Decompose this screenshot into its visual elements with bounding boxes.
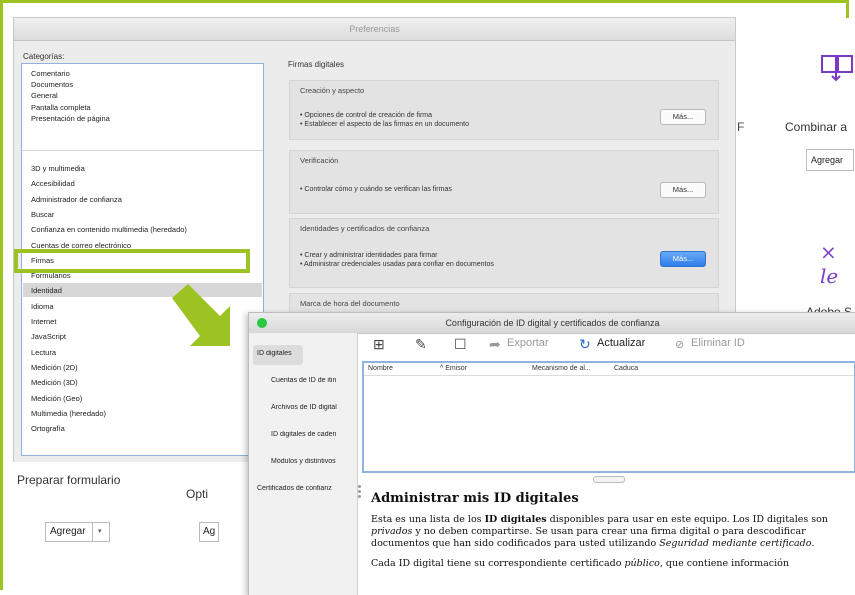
refresh-icon: ↻ (579, 336, 591, 352)
help-heading: Administrar mis ID digitales (371, 491, 579, 506)
pen-icon[interactable]: ✎ (415, 336, 427, 353)
export-icon: ➦ (489, 336, 501, 352)
category-item[interactable]: Medición (2D) (31, 363, 78, 372)
category-item[interactable]: Administrador de confianza (31, 195, 122, 204)
category-item[interactable]: Multimedia (heredado) (31, 409, 106, 418)
category-item[interactable]: Medición (3D) (31, 378, 78, 387)
help-paragraph-1: Esta es una lista de los ID digitales di… (371, 514, 851, 550)
sidebar-item-trusted-certificates[interactable]: Certificados de confianz (257, 485, 355, 492)
category-item[interactable]: JavaScript (31, 332, 66, 341)
digital-ids-table[interactable]: Nombre ^ Emisor Mecanismo de al... Caduc… (362, 361, 855, 473)
column-header-name[interactable]: Nombre (368, 365, 393, 372)
section-verification: Verificación • Controlar cómo y cuándo s… (289, 150, 719, 214)
category-item[interactable]: Presentación de página (31, 114, 110, 123)
text-run: Cada ID digital tiene su correspondiente… (371, 558, 625, 569)
text-run: disponibles para usar en este equipo. Lo… (546, 514, 828, 525)
window-maximize-button[interactable] (257, 318, 267, 328)
category-item[interactable]: Confianza en contenido multimedia (hered… (31, 225, 187, 234)
section-line: • Controlar cómo y cuándo se verifican l… (300, 186, 452, 193)
signature-icon: × le (820, 240, 839, 288)
section-title: Creación y aspecto (300, 86, 365, 95)
category-item[interactable]: Comentario (31, 69, 70, 78)
category-item[interactable]: Identidad (31, 286, 62, 295)
section-line: • Administrar credenciales usadas para c… (300, 261, 494, 268)
add-id-icon[interactable]: ⊞ (373, 336, 385, 353)
partial-letter: F (737, 120, 745, 134)
category-item[interactable]: Documentos (31, 80, 73, 89)
sidebar-item-roaming-accounts[interactable]: Cuentas de ID de itin (271, 377, 355, 384)
section-identities: Identidades y certificados de confianza … (289, 218, 719, 288)
preferences-title: Preferencias (14, 18, 735, 41)
category-item[interactable]: Pantalla completa (31, 103, 91, 112)
resize-handle[interactable] (593, 476, 625, 483)
section-line: • Crear y administrar identidades para f… (300, 252, 438, 259)
section-body: • Crear y administrar identidades para f… (300, 251, 494, 269)
refresh-button[interactable]: Actualizar (597, 337, 645, 349)
category-item[interactable]: Internet (31, 317, 56, 326)
section-body: • Opciones de control de creación de fir… (300, 111, 469, 129)
use-icon[interactable]: ☐ (454, 336, 467, 353)
text-run: Esta es una lista de los (371, 514, 485, 525)
column-header-storage[interactable]: Mecanismo de al... (532, 365, 591, 372)
green-arrow-icon (172, 284, 230, 346)
text-run-italic: público (624, 558, 660, 569)
text-run: , que contiene información (659, 558, 789, 569)
text-run-italic: Seguridad mediante certificado (659, 538, 812, 549)
category-item[interactable]: Accesibilidad (31, 179, 75, 188)
column-header-expires[interactable]: Caduca (614, 365, 638, 372)
dropdown-divider (92, 523, 93, 541)
category-item[interactable]: Idioma (31, 302, 54, 311)
category-item[interactable]: General (31, 91, 58, 100)
text-run-italic: privados (371, 526, 413, 537)
sidebar-item-keychain-ids[interactable]: ID digitales de caden (271, 431, 355, 438)
delete-id-button[interactable]: Eliminar ID (691, 337, 745, 349)
agregar-bottom-dropdown[interactable]: Agregar ▾ (45, 522, 110, 542)
more-verification-button[interactable]: Más... (660, 182, 706, 198)
category-separator (22, 150, 263, 151)
agregar-partial-button[interactable]: Ag (199, 522, 219, 542)
column-header-issuer[interactable]: ^ Emisor (440, 365, 467, 372)
help-content: Administrar mis ID digitales Esta es una… (371, 491, 851, 570)
prepare-form-label: Preparar formulario (17, 473, 121, 487)
section-title: Marca de hora del documento (300, 299, 400, 308)
agregar-right-button[interactable]: Agregar (806, 149, 854, 171)
category-item[interactable]: Ortografía (31, 424, 65, 433)
pane-splitter[interactable] (358, 483, 362, 513)
id-sidebar: ID digitales Cuentas de ID de itin Archi… (249, 333, 358, 595)
category-item[interactable]: 3D y multimedia (31, 164, 85, 173)
section-line: • Establecer el aspecto de las firmas en… (300, 121, 469, 128)
header-divider (364, 375, 854, 376)
more-creation-button[interactable]: Más... (660, 109, 706, 125)
section-body: • Controlar cómo y cuándo se verifican l… (300, 185, 452, 194)
digital-id-window-title: Configuración de ID digital y certificad… (249, 313, 855, 334)
section-title: Verificación (300, 156, 339, 165)
sidebar-item-modules-tokens[interactable]: Módulos y distintivos (271, 458, 355, 465)
delete-icon: ⊘ (675, 339, 685, 351)
digital-id-window: Configuración de ID digital y certificad… (248, 312, 855, 595)
id-toolbar: ⊞ ✎ ☐ ➦ Exportar ↻ Actualizar ⊘ Eliminar… (359, 333, 855, 357)
category-item[interactable]: Lectura (31, 348, 56, 357)
sidebar-item-id-files[interactable]: Archivos de ID digital (271, 404, 355, 411)
combine-files-icon (821, 55, 853, 82)
section-creation: Creación y aspecto • Opciones de control… (289, 80, 719, 140)
category-item[interactable]: Medición (Geo) (31, 394, 82, 403)
more-identities-button[interactable]: Más... (660, 251, 706, 267)
signatures-heading: Firmas digitales (288, 60, 345, 69)
chevron-down-icon: ▾ (98, 528, 102, 535)
section-title: Identidades y certificados de confianza (300, 224, 430, 233)
combine-label: Combinar a (785, 120, 848, 134)
categories-label: Categorías: (23, 52, 65, 61)
text-run: . (811, 538, 815, 549)
sidebar-item-digital-ids[interactable]: ID digitales (257, 350, 292, 357)
export-button[interactable]: Exportar (507, 337, 549, 349)
agregar-bottom-label: Agregar (50, 526, 86, 537)
section-line: • Opciones de control de creación de fir… (300, 112, 433, 119)
optimize-label: Opti (186, 487, 209, 501)
text-run-bold: ID digitales (484, 514, 547, 525)
firmas-highlight-box (14, 249, 250, 273)
category-item[interactable]: Buscar (31, 210, 54, 219)
help-paragraph-2: Cada ID digital tiene su correspondiente… (371, 558, 851, 570)
